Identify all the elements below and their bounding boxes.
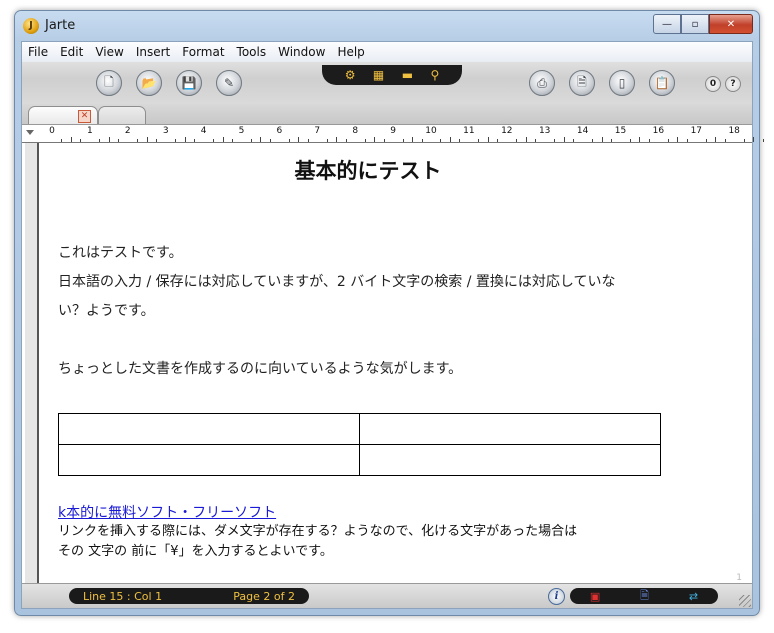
wrap-icon[interactable]: ⇄: [689, 590, 698, 603]
title-bar[interactable]: J Jarte — ▫ ✕: [15, 11, 759, 39]
hyperlink[interactable]: k本的に無料ソフト・フリーソフト: [58, 502, 276, 522]
save-status-icon[interactable]: ▣: [590, 590, 600, 603]
table-cell[interactable]: [58, 413, 360, 445]
search-icon[interactable]: ⚲: [430, 68, 439, 82]
paragraph: 日本語の入力 / 保存には対応していますが、2 バイト文字の検索 / 置換には対…: [58, 274, 616, 290]
paragraph: い？ようです。: [58, 303, 155, 319]
menu-bar: File Edit View Insert Format Tools Windo…: [22, 42, 752, 62]
ruler-label: 15: [614, 126, 627, 136]
ruler-label: 16: [652, 126, 665, 136]
table-cell[interactable]: [359, 413, 661, 445]
ruler-label: 11: [463, 126, 475, 136]
tab-close-icon[interactable]: ✕: [78, 110, 91, 123]
maximize-button[interactable]: ▫: [681, 14, 709, 34]
toolbar: 🗋 📂 💾 ✎ ⚙ ▦ ▬ ⚲ ⎙ 🗎 ▯ 📋 0 ?: [22, 62, 752, 104]
ruler-label: 10: [425, 126, 437, 136]
document-tab-bar: ✕: [22, 104, 752, 125]
document-button[interactable]: 🗎: [569, 70, 595, 96]
ruler-label: 0: [49, 126, 55, 136]
menu-format[interactable]: Format: [176, 45, 230, 59]
note-line: その 文字の 前に「¥」を入力するとよいです。: [58, 544, 333, 559]
table-cell[interactable]: [359, 444, 661, 476]
ruler-label: 14: [576, 126, 589, 136]
ruler-label: 7: [314, 126, 321, 136]
page-marker: 1: [736, 573, 742, 583]
tab-stop-marker-icon[interactable]: [26, 130, 34, 135]
document-title: 基本的にテスト: [294, 159, 442, 183]
print-icon: ⎙: [537, 75, 547, 90]
table-row: [58, 413, 661, 445]
paragraph: これはテストです。: [58, 245, 183, 261]
new-document-button[interactable]: 🗋: [96, 70, 122, 96]
clipboard-button[interactable]: 📋: [649, 70, 675, 96]
ruler-label: 3: [162, 126, 169, 136]
center-toolbar-strip: ⚙ ▦ ▬ ⚲: [322, 65, 462, 85]
status-icons: ▣ 🗎 ⇄: [570, 588, 718, 604]
table-row: [58, 444, 661, 476]
ruler-label: 17: [690, 126, 703, 136]
window-title: Jarte: [45, 18, 76, 33]
document-tab-active[interactable]: ✕: [28, 106, 98, 125]
book-icon: ▯: [618, 76, 626, 90]
note-line: リンクを挿入する際には、ダメ文字が存在する？ようなので、化ける文字があった場合は: [58, 524, 578, 539]
paragraph: ちょっとした文書を作成するのに向いているような気がします。: [58, 361, 463, 377]
folder-icon[interactable]: ▬: [402, 68, 413, 82]
save-icon: 💾: [181, 76, 197, 90]
ruler-label: 9: [390, 126, 396, 136]
ruler-tick: [762, 139, 764, 142]
app-logo-icon[interactable]: J: [23, 18, 39, 34]
client-area: File Edit View Insert Format Tools Windo…: [21, 41, 764, 609]
status-pill: Line 15 : Col 1 Page 2 of 2: [69, 588, 309, 604]
document-tab[interactable]: [98, 106, 146, 125]
ruler-label: 4: [200, 126, 207, 136]
app-window: J Jarte — ▫ ✕ File Edit View Insert Form…: [14, 10, 764, 616]
ruler-label: 18: [728, 126, 740, 136]
open-button[interactable]: 📂: [136, 70, 162, 96]
menu-insert[interactable]: Insert: [130, 45, 176, 59]
page-indicator: Page 2 of 2: [233, 589, 295, 603]
menu-view[interactable]: View: [89, 45, 129, 59]
document-icon: 🗎: [577, 74, 587, 89]
save-button[interactable]: 💾: [176, 70, 202, 96]
open-icon: 📂: [141, 76, 157, 90]
ruler-label: 13: [538, 126, 551, 136]
ruler-label: 12: [501, 126, 513, 136]
ruler-label: 1: [87, 126, 93, 136]
minimize-button[interactable]: —: [653, 14, 681, 34]
chart-icon[interactable]: ▦: [373, 68, 384, 82]
new-document-icon: 🗋: [104, 74, 114, 89]
menu-window[interactable]: Window: [272, 45, 331, 59]
cursor-position: Line 15 : Col 1: [83, 589, 163, 603]
menu-help[interactable]: Help: [331, 45, 370, 59]
clipboard-icon: 📋: [654, 76, 670, 90]
editor-area[interactable]: 基本的にテスト これはテストです。 日本語の入力 / 保存には対応していますが、…: [22, 142, 752, 587]
book-button[interactable]: ▯: [609, 70, 635, 96]
table-cell[interactable]: [58, 444, 360, 476]
info-icon[interactable]: i: [548, 588, 565, 605]
close-button[interactable]: ✕: [709, 14, 753, 34]
ruler-label: 8: [352, 126, 359, 136]
help-button[interactable]: ?: [725, 76, 741, 92]
menu-tools[interactable]: Tools: [231, 45, 273, 59]
ruler-label: 2: [124, 126, 131, 136]
document-table[interactable]: [58, 413, 661, 476]
ruler-label: 6: [276, 126, 283, 136]
caption-buttons: — ▫ ✕: [653, 14, 753, 34]
insert-object-icon[interactable]: ⚙: [345, 68, 356, 82]
resize-grip-icon[interactable]: [739, 595, 751, 607]
ruler[interactable]: 0 1 2 3 4 5 6 7 8 9 10 11 12 13 14 15 16 17 18: [22, 124, 764, 143]
status-bar: Line 15 : Col 1 Page 2 of 2 i ▣ 🗎 ⇄: [22, 583, 752, 608]
edit-button[interactable]: ✎: [216, 70, 242, 96]
edit-icon: ✎: [223, 76, 235, 90]
ruler-tick: [753, 137, 755, 142]
ruler-label: 5: [238, 126, 245, 136]
counter-button[interactable]: 0: [705, 76, 721, 92]
margin-strip: [25, 143, 39, 587]
document-status-icon[interactable]: 🗎: [640, 587, 649, 606]
menu-edit[interactable]: Edit: [54, 45, 89, 59]
menu-file[interactable]: File: [22, 45, 54, 59]
print-button[interactable]: ⎙: [529, 70, 555, 96]
